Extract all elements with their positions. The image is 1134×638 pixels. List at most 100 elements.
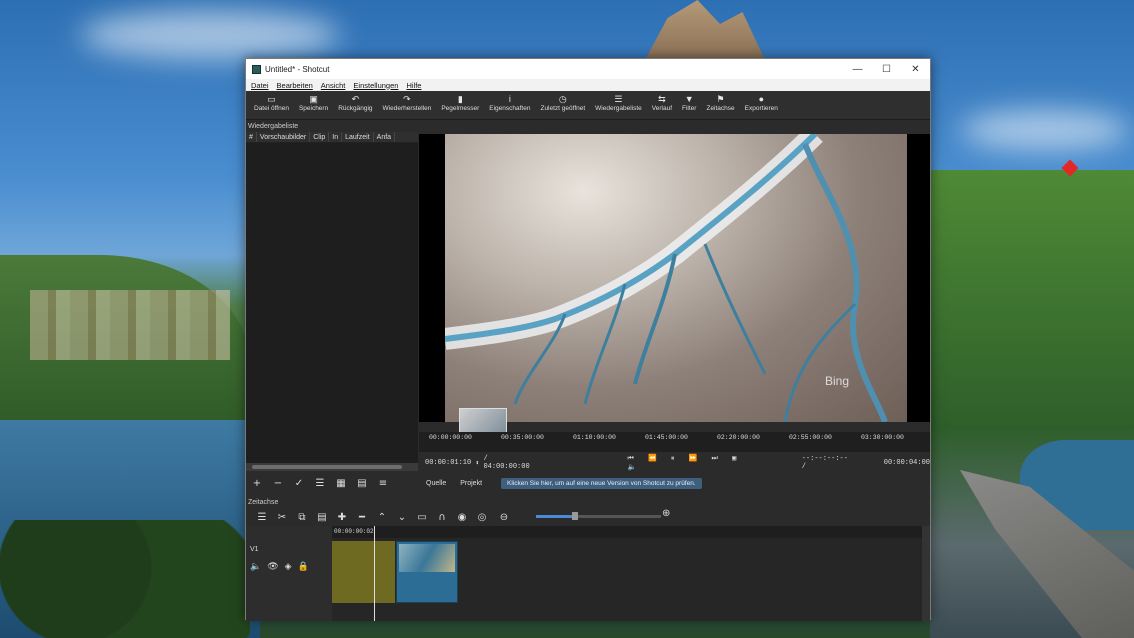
title-bar: Untitled* - Shotcut — ☐ ✕	[246, 59, 930, 79]
cloud	[80, 10, 340, 60]
list-icon: ☰	[614, 94, 623, 104]
eye-icon[interactable]: 👁	[267, 562, 278, 572]
rock-peak	[645, 0, 765, 60]
timeline-ruler[interactable]: 00:00:00:02	[332, 526, 930, 538]
ruler-tick: 00:35:00:00	[501, 434, 544, 441]
current-timecode[interactable]: 00:00:01:10	[425, 459, 471, 467]
redo-button[interactable]: ↷ Wiederherstellen	[379, 91, 436, 112]
playlist-panel: Wiedergabeliste # Vorschaubilder Clip In…	[246, 121, 418, 497]
main-toolbar: ▭ Datei öffnen ▣ Speichern ↶ Rückgängig ↷ Wi…	[246, 91, 930, 120]
playlist-list[interactable]	[246, 143, 418, 463]
maximize-button[interactable]: ☐	[872, 59, 901, 79]
timeline-menu-icon[interactable]: ☰	[252, 512, 272, 523]
shotcut-window: Untitled* - Shotcut — ☐ ✕ Datei Bearbeit…	[245, 58, 931, 621]
details-view-icon[interactable]: ☰	[311, 476, 329, 490]
zoom-out-icon[interactable]: ⊖	[494, 512, 514, 523]
track-header: V1 🔈 👁 ◈ 🔒	[246, 526, 332, 621]
lift-icon[interactable]: ⌃	[372, 512, 392, 523]
paste-icon[interactable]: ▤	[312, 512, 332, 523]
export-icon: ●	[758, 94, 764, 104]
remove-icon[interactable]: ━	[352, 512, 372, 523]
scroll-thumb[interactable]	[252, 465, 402, 469]
shotcut-app-icon	[252, 64, 261, 74]
clock-icon: ◷	[558, 94, 567, 104]
split-icon[interactable]: ▭	[412, 512, 432, 523]
tab-project[interactable]: Projekt	[453, 480, 489, 487]
save-button[interactable]: ▣ Speichern	[295, 91, 332, 112]
tab-source[interactable]: Quelle	[419, 480, 453, 487]
update-icon[interactable]: ✓	[290, 476, 308, 490]
ruler-tick: 03:30:00:00	[861, 434, 904, 441]
timeline-clip[interactable]	[332, 541, 395, 603]
preview-image: Bing	[445, 134, 907, 422]
menu-hilfe[interactable]: Hilfe	[406, 81, 421, 90]
undo-label: Rückgängig	[338, 105, 373, 112]
ruler-tick: 00:00:00:00	[429, 434, 472, 441]
ruler-tick: 02:20:00:00	[717, 434, 760, 441]
add-icon[interactable]: +	[248, 476, 266, 490]
export-button[interactable]: ● Exportieren	[741, 91, 782, 112]
zoom-slider[interactable]	[536, 512, 661, 520]
timecode-spinner-icon[interactable]: ⬍	[475, 459, 479, 468]
open-file-button[interactable]: ▭ Datei öffnen	[250, 91, 293, 112]
track-name: V1	[250, 546, 259, 553]
history-icon: ⇆	[658, 94, 666, 104]
update-notice[interactable]: Klicken Sie hier, um auf eine neue Versi…	[501, 477, 702, 489]
playlist-scrollbar[interactable]	[246, 463, 418, 471]
trees	[0, 520, 250, 638]
video-viewer[interactable]: Bing	[419, 134, 930, 436]
timeline-label: Zeitachse	[706, 105, 735, 112]
zoom-knob[interactable]	[572, 512, 578, 520]
remove-icon[interactable]: −	[269, 476, 287, 490]
zoom-fill	[536, 515, 572, 518]
col-thumbnails[interactable]: Vorschaubilder	[257, 132, 311, 142]
recent-button[interactable]: ◷ Zuletzt geöffnet	[536, 91, 589, 112]
selection-duration: 00:00:04:00	[883, 459, 930, 467]
undo-icon: ↶	[351, 94, 360, 104]
menu-bearbeiten[interactable]: Bearbeiten	[277, 81, 313, 90]
playhead[interactable]	[374, 526, 375, 621]
meter-button[interactable]: ▮ Pegelmesser	[437, 91, 483, 112]
overwrite-icon[interactable]: ⌄	[392, 512, 412, 523]
col-in[interactable]: In	[329, 132, 343, 142]
flag-icon: ⚑	[716, 94, 725, 104]
composite-icon[interactable]: ◈	[285, 562, 292, 572]
lock-icon[interactable]: 🔒	[298, 562, 309, 572]
ripple-icon[interactable]: ◎	[472, 512, 492, 523]
playlist-button[interactable]: ☰ Wiedergabeliste	[591, 91, 646, 112]
copy-icon[interactable]: ⧉	[292, 512, 312, 523]
filter-button[interactable]: ▼ Filter	[678, 91, 700, 112]
playlist-tools: + − ✓ ☰ ▦ ▤ ≡	[246, 473, 418, 493]
undo-button[interactable]: ↶ Rückgängig	[334, 91, 376, 112]
timeline-scrollbar[interactable]	[922, 526, 930, 621]
minimize-button[interactable]: —	[843, 59, 872, 79]
timecode-ruler[interactable]: 00:00:00:00 00:35:00:00 01:10:00:00 01:4…	[419, 432, 930, 452]
close-button[interactable]: ✕	[901, 59, 930, 79]
menu-ansicht[interactable]: Ansicht	[321, 81, 346, 90]
tiles-view-icon[interactable]: ▦	[332, 476, 350, 490]
icons-view-icon[interactable]: ▤	[353, 476, 371, 490]
redo-icon: ↷	[403, 94, 411, 104]
mute-icon[interactable]: 🔈	[250, 562, 261, 572]
cut-icon[interactable]: ✂	[272, 512, 292, 523]
menu-einstellungen[interactable]: Einstellungen	[353, 81, 398, 90]
zoom-in-icon[interactable]: ⊕	[662, 508, 670, 519]
col-start[interactable]: Anfa	[374, 132, 396, 142]
col-clip[interactable]: Clip	[310, 132, 330, 142]
col-number[interactable]: #	[246, 132, 257, 142]
history-button[interactable]: ⇆ Verlauf	[648, 91, 676, 112]
col-duration[interactable]: Laufzeit	[342, 132, 374, 142]
snap-icon[interactable]: ∩	[432, 512, 452, 523]
timeline-title: Zeitachse	[248, 499, 279, 506]
menu-icon[interactable]: ≡	[374, 476, 392, 490]
menu-bar: Datei Bearbeiten Ansicht Einstellungen H…	[246, 79, 930, 91]
properties-button[interactable]: i Eigenschaften	[485, 91, 534, 112]
append-icon[interactable]: ✚	[332, 512, 352, 523]
total-duration: / 04:00:00:00	[483, 455, 530, 471]
timeline-button[interactable]: ⚑ Zeitachse	[702, 91, 738, 112]
menu-datei[interactable]: Datei	[251, 81, 269, 90]
timeline-clip[interactable]	[396, 541, 458, 603]
scrub-icon[interactable]: ◉	[452, 512, 472, 523]
playback-buttons[interactable]: ⏮ ⏪ ⏸ ⏩ ⏭ ▣ 🔈	[627, 454, 757, 472]
bing-watermark: Bing	[824, 374, 849, 388]
